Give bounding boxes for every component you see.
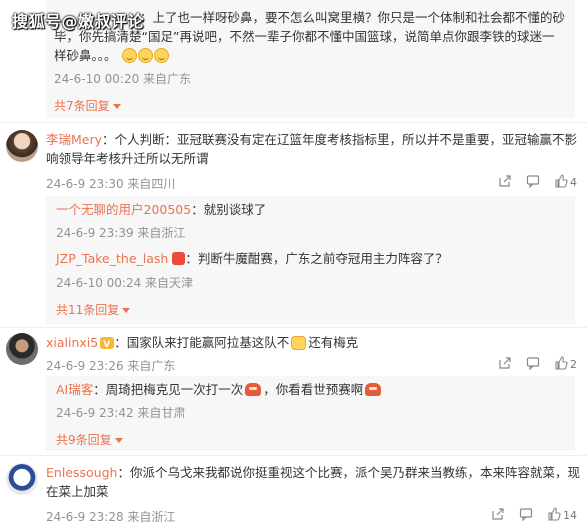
comment-text: Enlessough：你派个乌戈来我都说你挺重视这个比赛，派个吴乃群来当教练，本… (46, 465, 580, 480)
comment-text: 样砂鼻。。。 (54, 46, 584, 65)
chevron-down-icon (122, 308, 131, 313)
reply-meta: 24-6-10 00:24 来自天津 (56, 276, 194, 290)
smile-emoji-icon (153, 48, 169, 63)
comment-meta: 24-6-9 23:28 来自浙江 (46, 510, 176, 524)
badge-icon (172, 252, 186, 265)
comment-actions: 14 (491, 507, 577, 524)
like-button[interactable]: 14 (547, 507, 577, 524)
comment-meta: 24-6-9 23:30 来自四川 (46, 177, 176, 191)
reply-text: JZP_Take_the_lash ：判断牛魔酣赛，广东之前夺冠用主力阵容了？ (56, 251, 448, 266)
comment-username[interactable]: Enlessough (46, 465, 117, 480)
dumpling-emoji-icon (245, 383, 262, 396)
smile-emoji-icon (121, 48, 137, 63)
thumbs-up-icon (554, 174, 568, 191)
chevron-down-icon (112, 104, 121, 109)
watermark: 搜狐号@嫩叔评论 (12, 12, 145, 31)
comment-actions: 4 (498, 174, 577, 191)
reply-text: 一个无聊的用户200505：就别谈球了 (56, 202, 267, 217)
comment-actions: 2 (498, 356, 577, 373)
comment-text: xialinxi5：国家队来打能赢阿拉基这队不还有梅克 (46, 333, 581, 355)
avatar[interactable] (6, 130, 38, 162)
comment-text: 李瑞Mery：个人判断：亚冠联赛没有定在辽篮年度考核指标里，所以并不是重要，亚冠… (46, 132, 578, 147)
divider (0, 455, 587, 456)
like-count: 2 (570, 357, 577, 371)
thumbs-up-icon (547, 507, 561, 524)
reply-username[interactable]: JZP_Take_the_lash (56, 251, 168, 266)
like-count: 4 (570, 175, 577, 189)
hand-emoji-icon (291, 336, 307, 350)
smile-emoji-icon (137, 48, 153, 63)
vip-badge-icon (100, 336, 115, 355)
share-icon[interactable] (491, 507, 505, 524)
reply-username[interactable]: AI瑞客 (56, 382, 93, 397)
comment-text: ：上了也一样呀砂鼻，要不怎么叫窝里横？你只是一个体制和社会都不懂的砂 (140, 10, 566, 25)
comment-icon[interactable] (526, 174, 540, 191)
chevron-down-icon (114, 438, 123, 443)
comment-icon[interactable] (519, 507, 533, 524)
reply-username[interactable]: 一个无聊的用户200505 (56, 202, 191, 217)
divider (0, 122, 587, 123)
like-count: 14 (563, 508, 577, 522)
thumbs-up-icon (554, 356, 568, 373)
avatar[interactable] (6, 333, 38, 365)
show-more-replies[interactable]: 共11条回复 (56, 301, 131, 318)
show-more-replies[interactable]: 共9条回复 (56, 431, 123, 448)
avatar[interactable] (6, 463, 38, 495)
like-button[interactable]: 2 (554, 356, 577, 373)
reply-text: AI瑞客：周琦把梅克见一次打一次 ，你看看世预赛啊 (56, 380, 576, 399)
comment-username[interactable]: xialinxi5 (46, 335, 98, 350)
dumpling-emoji-icon (365, 383, 382, 396)
comment-username[interactable]: 李瑞Mery (46, 132, 102, 147)
comment-meta: 24-6-10 00:20 来自广东 (54, 72, 192, 86)
share-icon[interactable] (498, 174, 512, 191)
show-more-replies[interactable]: 共7条回复 (54, 97, 121, 114)
share-icon[interactable] (498, 356, 512, 373)
comment-meta: 24-6-9 23:26 来自广东 (46, 359, 176, 373)
comment-icon[interactable] (526, 356, 540, 373)
comment-text: 响领导年考核升迁所以无所谓 (46, 151, 209, 166)
divider (0, 327, 587, 328)
reply-meta: 24-6-9 23:42 来自甘肃 (56, 406, 186, 420)
comment-text: 在菜上加菜 (46, 484, 109, 499)
reply-meta: 24-6-9 23:39 来自浙江 (56, 226, 186, 240)
like-button[interactable]: 4 (554, 174, 577, 191)
